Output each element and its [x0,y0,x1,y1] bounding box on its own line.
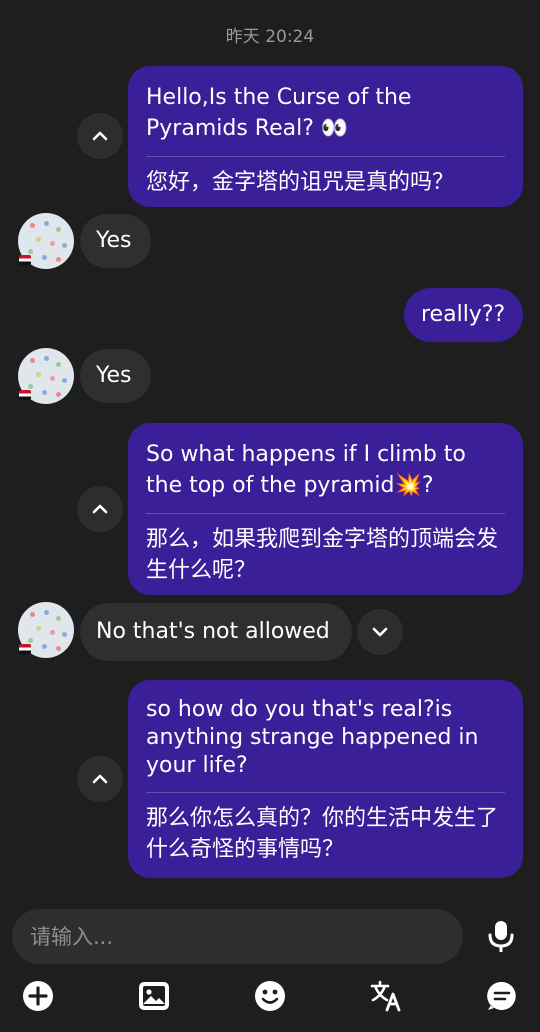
outgoing-message[interactable]: so how do you that's real?is anything st… [128,680,523,878]
quick-reply-button[interactable] [484,978,520,1014]
incoming-message[interactable]: Yes [80,349,151,403]
image-button[interactable] [136,978,172,1014]
message-text: No that's not allowed [96,619,330,644]
message-translation: 那么，如果我爬到金字塔的顶端会发生什么呢？ [146,527,499,583]
image-icon [139,982,169,1010]
voice-input-button[interactable] [483,918,519,954]
outgoing-message[interactable]: So what happens if I climb to the top of… [128,423,523,595]
collapse-translation-button[interactable] [77,113,123,159]
translate-button[interactable] [368,978,404,1014]
message-text: so how do you that's real?is anything st… [146,697,479,778]
flag-badge [19,390,31,400]
message-translation: 那么你怎么真的？你的生活中发生了什么奇怪的事情吗？ [146,806,499,862]
incoming-message[interactable]: Yes [80,214,151,268]
chevron-up-icon [92,504,108,514]
translation-divider [146,156,505,157]
date-separator: 昨天 20:24 [225,27,315,47]
message-text: Yes [96,228,132,253]
message-translation: 您好，金字塔的诅咒是真的吗？ [146,170,455,195]
message-text: So what happens if I climb to the top of… [146,442,466,498]
flag-badge [19,644,31,654]
microphone-icon [488,921,514,952]
flag-badge [19,255,31,265]
collapse-translation-button[interactable] [77,756,123,802]
message-text: really?? [421,302,506,327]
message-input-container[interactable] [12,909,463,964]
collapse-translation-button[interactable] [77,486,123,532]
translation-divider [146,792,505,793]
translate-icon [370,980,401,1012]
message-text: Yes [96,363,132,388]
add-button[interactable] [20,978,56,1014]
translation-divider [146,513,505,514]
message-input[interactable] [12,909,430,964]
chat-icon [487,981,516,1010]
outgoing-message[interactable]: Hello,Is the Curse of the Pyramids Real?… [128,66,523,207]
chevron-up-icon [92,131,108,141]
incoming-message[interactable]: No that's not allowed [80,603,352,661]
message-text: Hello,Is the Curse of the Pyramids Real?… [146,85,412,141]
expand-translation-button[interactable] [357,609,403,655]
emoji-button[interactable] [252,978,288,1014]
plus-icon [23,981,53,1011]
outgoing-message[interactable]: really?? [404,288,523,342]
chevron-up-icon [92,774,108,784]
emoji-icon [255,981,285,1011]
chevron-down-icon [372,627,388,637]
